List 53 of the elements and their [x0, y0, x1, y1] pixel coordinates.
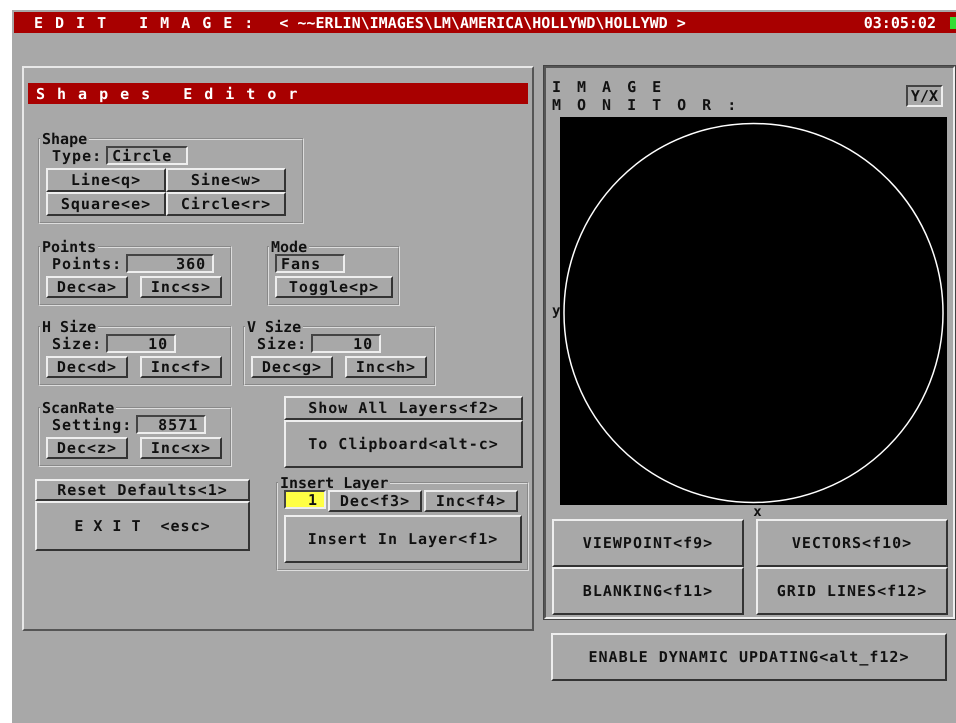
panel-title: Shapes Editor	[28, 83, 528, 104]
exit-button[interactable]: EXIT <esc>	[35, 501, 250, 551]
shape-button[interactable]: Square<e>	[46, 192, 166, 216]
group-title: Mode	[270, 240, 308, 254]
shape-button[interactable]: Sine<w>	[166, 168, 286, 192]
toggle-button[interactable]: Toggle<p>	[275, 276, 393, 298]
increment-button[interactable]: Inc<s>	[140, 276, 222, 298]
clipboard-button[interactable]: To Clipboard<alt-c>	[284, 420, 523, 468]
field-label: Points:	[52, 254, 122, 272]
increment-button[interactable]: Inc<f>	[140, 356, 222, 378]
group-title: H Size	[41, 320, 98, 334]
axis-label: x	[753, 505, 762, 519]
value-field[interactable]: Circle	[106, 146, 188, 165]
dynamic-updating-button[interactable]: ENABLE DYNAMIC UPDATING<alt_f12>	[551, 633, 947, 681]
increment-button[interactable]: Inc<h>	[345, 356, 427, 378]
decrement-button[interactable]: Dec<z>	[46, 437, 128, 459]
reset-defaults-button[interactable]: Reset Defaults<1>	[35, 479, 250, 501]
clock-time: 03:05:02	[864, 14, 936, 32]
field-label: Type:	[52, 146, 102, 164]
shape-button[interactable]: Circle<r>	[166, 192, 286, 216]
group-title: Points	[41, 240, 98, 254]
value-field[interactable]: 10	[311, 334, 382, 353]
axes-mode-field[interactable]: Y/X	[906, 85, 943, 107]
file-path: < ~~ERLIN\IMAGES\LM\AMERICA\HOLLYWD\HOLLYWD >	[279, 14, 687, 32]
group-title: V Size	[246, 320, 302, 334]
monitor-option-button[interactable]: GRID LINES<f12>	[756, 567, 948, 615]
value-field[interactable]: Fans	[275, 254, 345, 273]
group-title: Insert Layer	[279, 476, 390, 490]
axis-label: y	[552, 303, 560, 319]
value-field[interactable]: 8571	[136, 415, 206, 434]
decrement-button[interactable]: Dec<a>	[46, 276, 128, 298]
shape-button[interactable]: Line<q>	[46, 168, 166, 192]
increment-button[interactable]: Inc<x>	[140, 437, 222, 459]
monitor-option-button[interactable]: VIEWPOINT<f9>	[552, 519, 744, 567]
decrement-button[interactable]: Dec<f3>	[328, 490, 422, 512]
status-indicator	[950, 16, 956, 28]
layer-field[interactable]: 1	[284, 490, 326, 509]
field-label: Setting:	[52, 416, 132, 434]
monitor-option-button[interactable]: VECTORS<f10>	[756, 519, 948, 567]
field-label: Size:	[52, 334, 102, 352]
group-title: ScanRate	[41, 401, 116, 415]
value-field[interactable]: 360	[126, 254, 214, 273]
monitor-title: IMAGE MONITOR:	[552, 78, 754, 114]
value-field[interactable]: 10	[106, 334, 176, 353]
decrement-button[interactable]: Dec<d>	[46, 356, 128, 378]
monitor-option-button[interactable]: BLANKING<f11>	[552, 567, 744, 615]
window-title: EDIT IMAGE:	[34, 14, 266, 32]
group-title: Shape	[41, 132, 88, 146]
decrement-button[interactable]: Dec<g>	[251, 356, 333, 378]
insert-in-layer-button[interactable]: Insert In Layer<f1>	[284, 515, 522, 563]
increment-button[interactable]: Inc<f4>	[424, 490, 518, 512]
field-label: Size:	[257, 334, 308, 352]
show-all-layers-button[interactable]: Show All Layers<f2>	[284, 396, 523, 420]
